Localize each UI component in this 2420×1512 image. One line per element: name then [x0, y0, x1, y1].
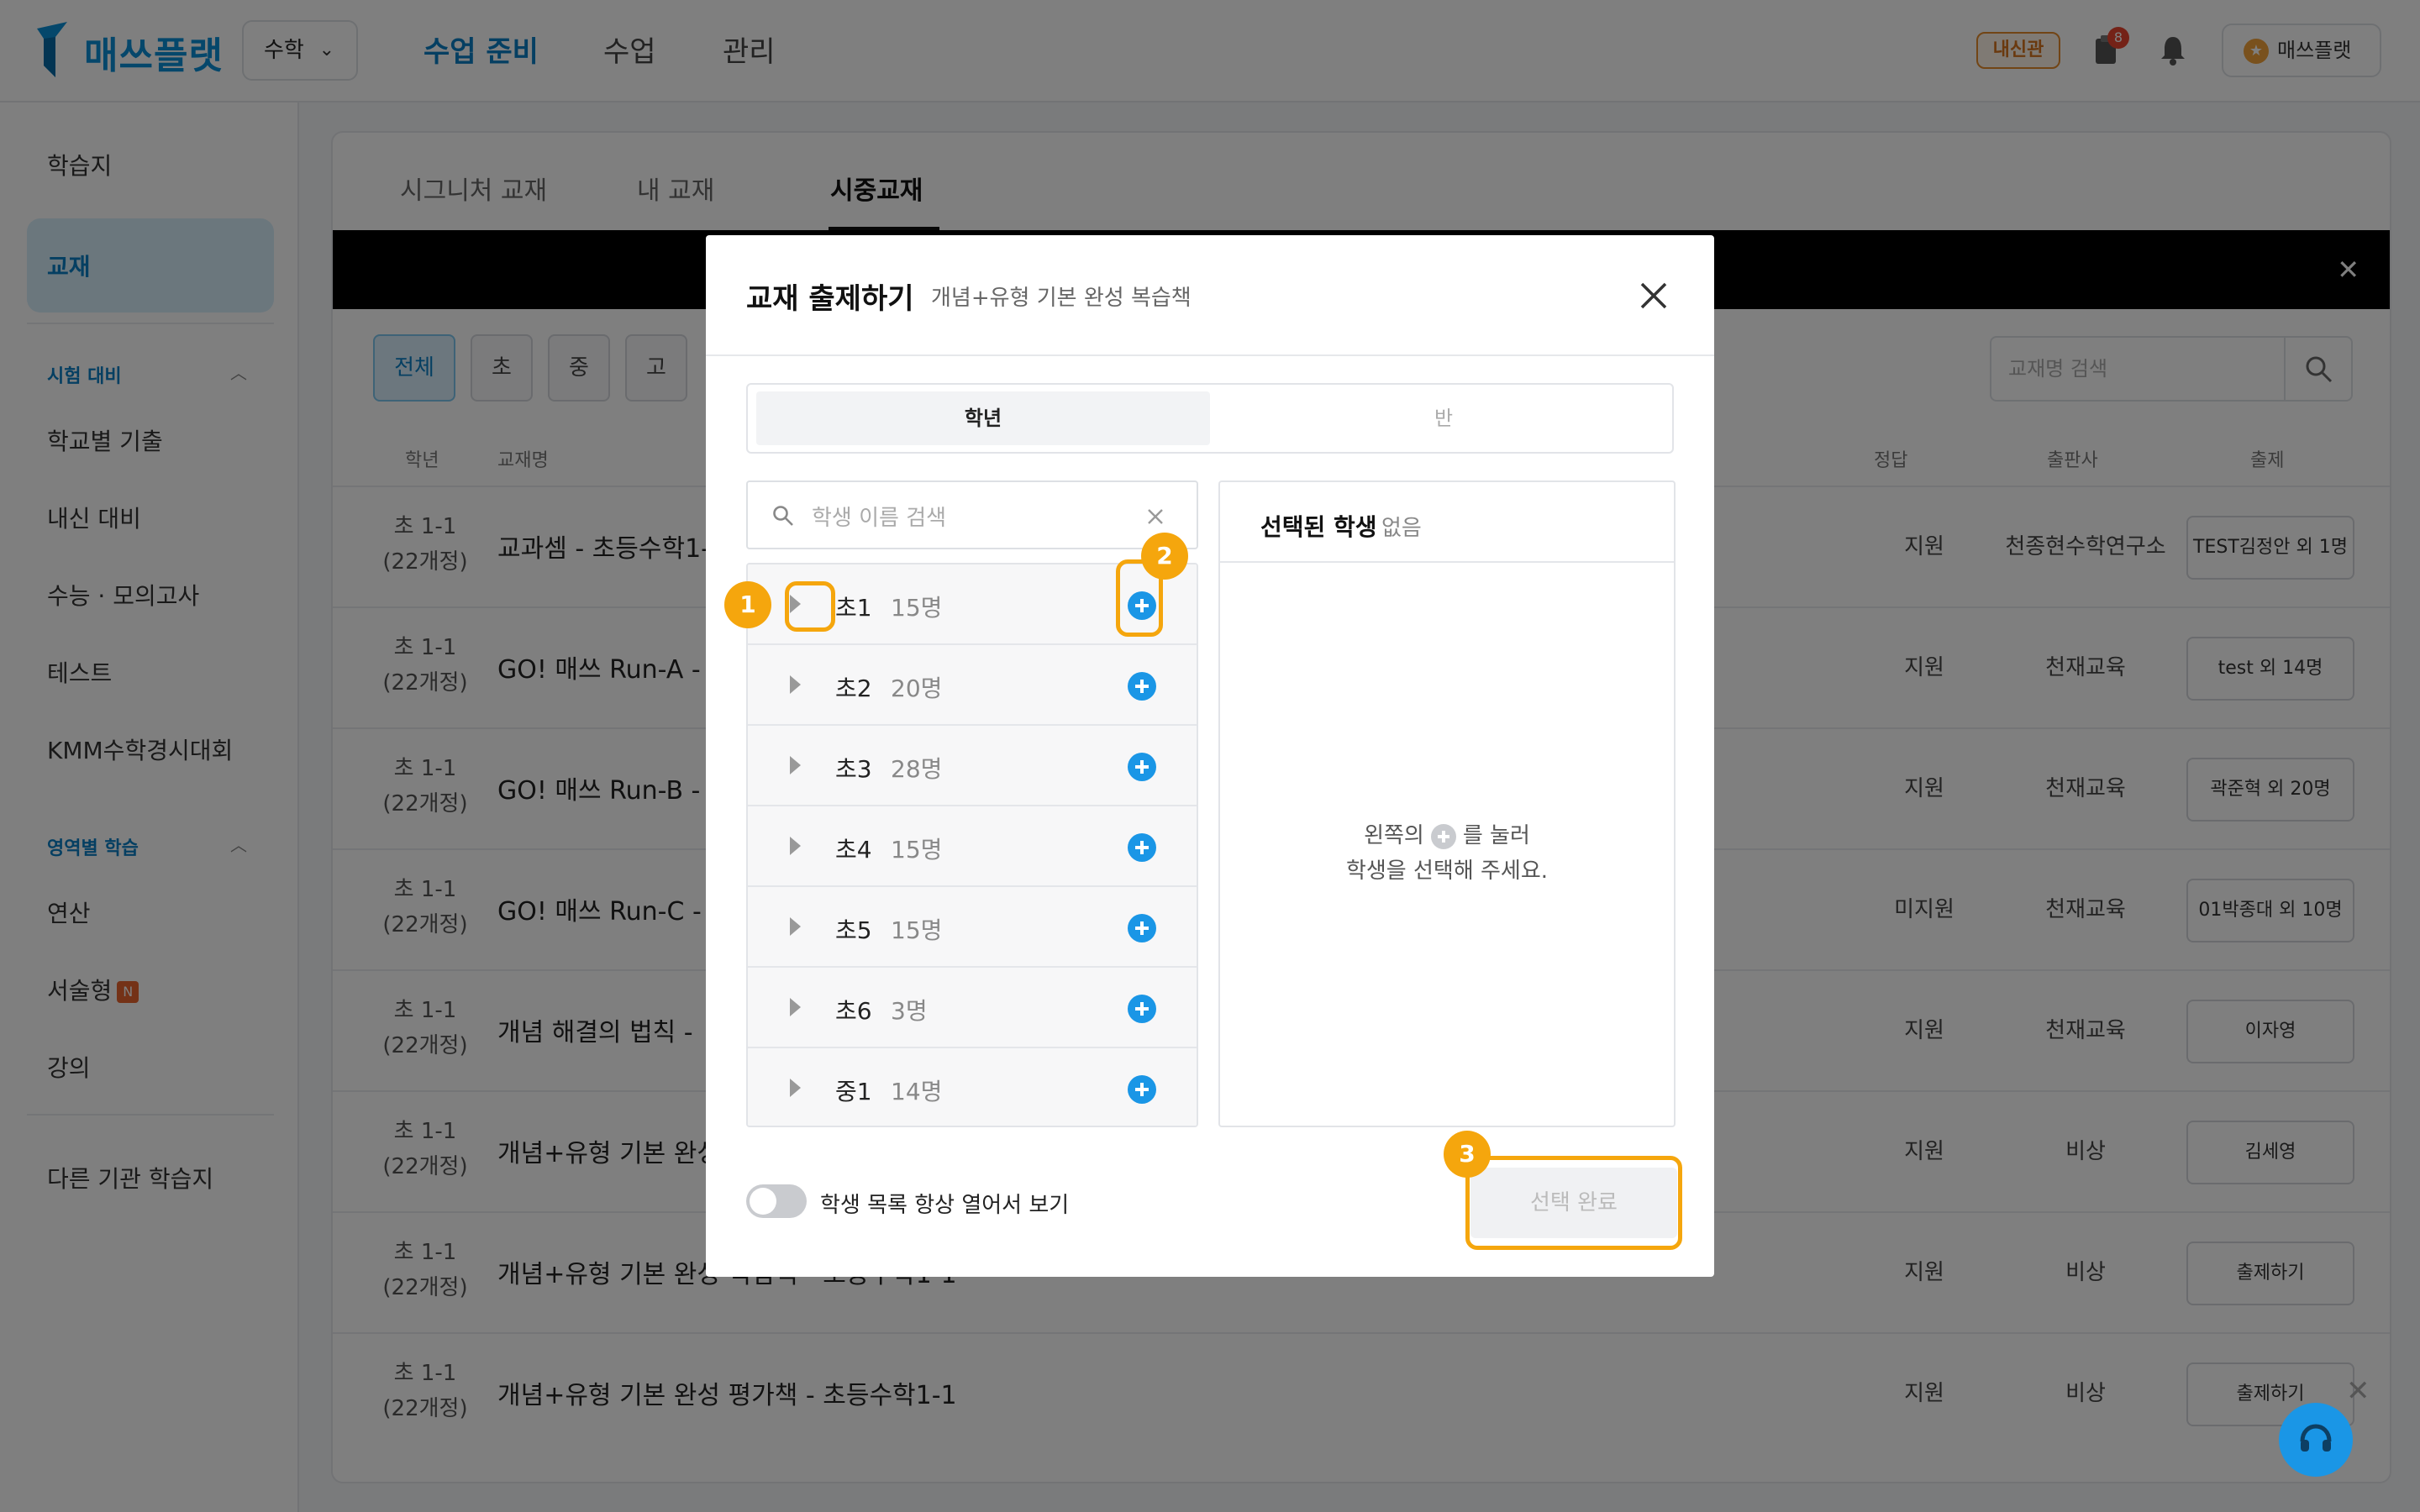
segmented-control: 학년 반: [746, 383, 1674, 454]
selected-empty: 없음: [1381, 516, 1422, 541]
group-name: 초2: [835, 675, 872, 702]
add-circle-icon[interactable]: [1128, 1075, 1156, 1104]
group-count: 15명: [891, 594, 943, 622]
callout-1: 1: [724, 581, 771, 628]
grade-group-item[interactable]: 초5 15명: [748, 887, 1197, 968]
selected-title: 선택된 학생: [1260, 513, 1377, 541]
add-circle-icon[interactable]: [1128, 914, 1156, 942]
student-group-list: 초1 15명 초2 20명 초3 28명 초4 15명 초5 15명 초6 3명 중1 14명: [746, 563, 1198, 1127]
caret-right-icon[interactable]: [790, 917, 801, 936]
group-name: 초1: [835, 594, 872, 622]
group-name: 초5: [835, 916, 872, 944]
grade-group-item[interactable]: 중1 14명: [748, 1048, 1197, 1126]
group-count: 15명: [891, 916, 943, 944]
selected-students-panel: 선택된 학생 없음 왼쪽의 를 눌러 학생을 선택해 주세요.: [1218, 480, 1676, 1127]
hint-right: 를 눌러: [1462, 823, 1530, 848]
group-name: 초4: [835, 836, 872, 864]
hint-left: 왼쪽의: [1364, 823, 1424, 848]
grade-group-item[interactable]: 초2 20명: [748, 645, 1197, 726]
caret-right-icon[interactable]: [790, 1079, 801, 1097]
modal-title: 교재 출제하기: [746, 282, 914, 316]
help-chat-button[interactable]: [2279, 1403, 2353, 1477]
assign-modal: 교재 출제하기 개념+유형 기본 완성 복습책 학년 반 학생 이름 검색 초1…: [706, 235, 1714, 1277]
selected-header: 선택된 학생 없음: [1220, 482, 1674, 563]
add-circle-icon[interactable]: [1128, 753, 1156, 781]
callout-highlight-expand: [785, 581, 835, 632]
group-name: 초3: [835, 755, 872, 783]
plus-circle-icon: [1430, 823, 1456, 849]
seg-class[interactable]: 반: [1217, 391, 1670, 445]
always-open-toggle[interactable]: [746, 1184, 807, 1218]
group-count: 15명: [891, 836, 943, 864]
add-circle-icon[interactable]: [1128, 672, 1156, 701]
student-search-input[interactable]: 학생 이름 검색: [746, 480, 1198, 549]
group-count: 20명: [891, 675, 943, 702]
callout-3: 3: [1444, 1131, 1491, 1178]
grade-group-item[interactable]: 초3 28명: [748, 726, 1197, 806]
caret-right-icon[interactable]: [790, 756, 801, 774]
caret-right-icon[interactable]: [790, 837, 801, 855]
hint-line2: 학생을 선택해 주세요.: [1345, 858, 1549, 884]
search-icon: [773, 506, 793, 526]
toggle-knob: [750, 1188, 776, 1215]
clear-icon[interactable]: [1146, 507, 1165, 526]
toggle-label: 학생 목록 항상 열어서 보기: [820, 1193, 1070, 1218]
group-count: 28명: [891, 755, 943, 783]
add-circle-icon[interactable]: [1128, 833, 1156, 862]
caret-right-icon[interactable]: [790, 675, 801, 694]
modal-divider: [706, 354, 1714, 356]
seg-grade[interactable]: 학년: [756, 391, 1210, 445]
close-icon[interactable]: ✕: [2346, 1374, 2370, 1408]
caret-right-icon[interactable]: [790, 998, 801, 1016]
close-icon[interactable]: [1637, 279, 1670, 312]
callout-2: 2: [1141, 533, 1188, 580]
group-name: 초6: [835, 997, 872, 1025]
group-count: 3명: [891, 997, 928, 1025]
grade-group-item[interactable]: 초4 15명: [748, 806, 1197, 887]
group-name: 중1: [835, 1078, 872, 1105]
group-count: 14명: [891, 1078, 943, 1105]
search-placeholder: 학생 이름 검색: [812, 506, 947, 531]
callout-highlight-done: [1465, 1156, 1682, 1250]
headset-icon: [2300, 1424, 2332, 1452]
modal-subtitle: 개념+유형 기본 완성 복습책: [931, 286, 1192, 311]
add-circle-icon[interactable]: [1128, 995, 1156, 1023]
grade-group-item[interactable]: 초6 3명: [748, 968, 1197, 1048]
hint-line1: 왼쪽의 를 눌러: [1220, 818, 1674, 849]
